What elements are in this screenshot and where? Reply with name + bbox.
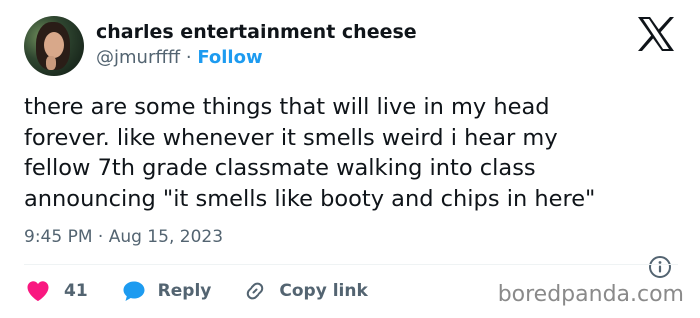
watermark: boredpanda.com [497, 282, 684, 307]
follow-button[interactable]: Follow [197, 47, 262, 68]
reply-button[interactable]: Reply [122, 280, 244, 302]
avatar[interactable] [24, 16, 84, 76]
reply-label: Reply [157, 281, 212, 301]
divider [24, 264, 678, 265]
heart-icon [27, 281, 49, 301]
avatar-face [44, 32, 64, 58]
action-bar: 41 Reply Copy link [26, 279, 368, 303]
x-logo-icon[interactable] [636, 16, 676, 52]
tweet-text: there are some things that will live in … [24, 94, 596, 212]
handle-separator: · [180, 47, 198, 68]
like-button[interactable]: 41 [26, 280, 122, 302]
like-count: 41 [64, 281, 88, 301]
author-name[interactable]: charles entertainment cheese [96, 21, 417, 43]
avatar-hand [46, 56, 56, 70]
author-handle-line: @jmurffff · Follow [96, 47, 263, 68]
author-handle[interactable]: @jmurffff [96, 47, 180, 68]
speech-bubble-icon [123, 281, 145, 301]
tweet-timestamp[interactable]: 9:45 PM · Aug 15, 2023 [24, 227, 223, 247]
copy-link-button[interactable]: Copy link [243, 279, 368, 303]
copy-link-label: Copy link [279, 281, 368, 301]
link-icon [247, 282, 264, 300]
info-icon[interactable] [648, 255, 672, 279]
